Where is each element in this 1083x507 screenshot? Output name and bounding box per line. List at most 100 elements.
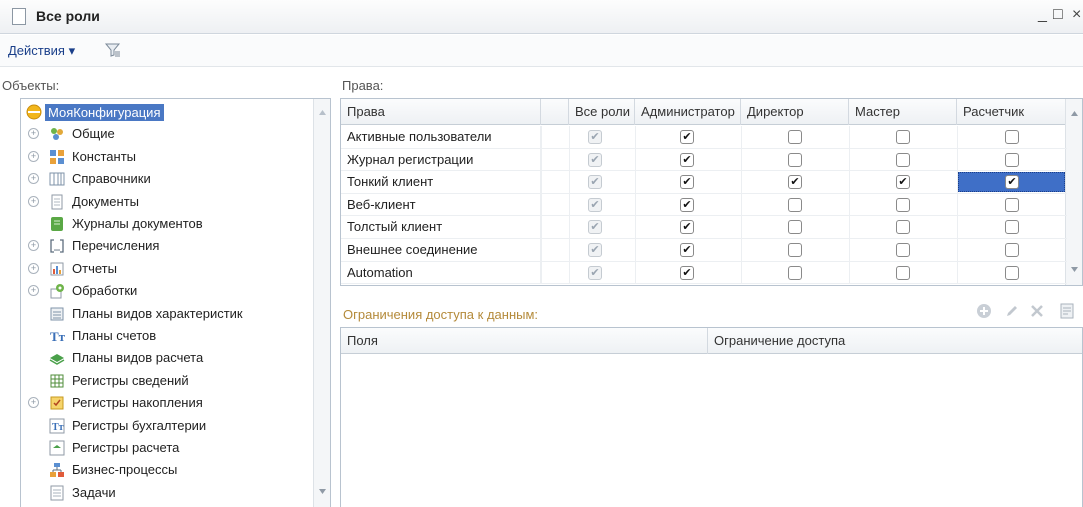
expand-icon[interactable]: +	[28, 128, 39, 140]
column-header-all-roles[interactable]: Все роли	[569, 99, 635, 125]
tree-item[interactable]: + Обработки	[21, 280, 313, 302]
administrator-checkbox[interactable]: ✔	[680, 197, 694, 212]
expand-icon[interactable]: +	[28, 397, 39, 409]
director-checkbox[interactable]	[788, 152, 802, 167]
tree-item[interactable]: Задачи	[21, 482, 313, 504]
table-row[interactable]: Активные пользователи ✔ ✔	[341, 126, 1067, 149]
column-header-director[interactable]: Директор	[741, 99, 849, 125]
chart-of-calculation-types-icon	[49, 350, 65, 366]
table-row[interactable]: Тонкий клиент ✔ ✔ ✔ ✔ ✔	[341, 171, 1067, 194]
master-checkbox[interactable]	[896, 152, 910, 167]
tree-item-label: Общие	[72, 126, 115, 142]
tree-item[interactable]: Планы видов характеристик	[21, 303, 313, 325]
tree-item[interactable]: + Регистры накопления	[21, 392, 313, 414]
tree-item[interactable]: + Справочники	[21, 168, 313, 190]
tree-scrollbar[interactable]	[313, 99, 330, 507]
administrator-checkbox[interactable]: ✔	[680, 130, 694, 144]
master-checkbox[interactable]	[896, 220, 910, 235]
calculator-checkbox[interactable]	[1005, 220, 1019, 235]
cell-separator	[635, 239, 636, 261]
tree-item[interactable]: Тт Регистры бухгалтерии	[21, 415, 313, 437]
master-checkbox[interactable]	[896, 243, 910, 257]
administrator-checkbox[interactable]: ✔	[680, 243, 694, 257]
tree-item[interactable]: + Перечисления	[21, 235, 313, 257]
director-checkbox[interactable]	[788, 197, 802, 212]
column-header-fields[interactable]: Поля	[341, 328, 708, 354]
director-checkbox[interactable]	[788, 265, 802, 280]
cell-separator	[957, 126, 958, 148]
column-header-spacer	[541, 99, 569, 125]
objects-tree[interactable]: МояКонфигурация + Общие + Константы + Справочн…	[20, 98, 331, 507]
calculator-checkbox[interactable]	[1005, 197, 1019, 212]
cell-separator	[849, 239, 850, 261]
expand-icon[interactable]: +	[28, 150, 39, 162]
director-checkbox[interactable]: ✔	[788, 175, 802, 190]
expand-icon[interactable]: +	[28, 195, 39, 207]
cell-separator	[635, 193, 636, 216]
expand-icon[interactable]: +	[28, 240, 39, 252]
minimize-button[interactable]: _	[1038, 6, 1047, 24]
cell-separator	[849, 193, 850, 216]
calculator-checkbox[interactable]: ✔	[1005, 175, 1019, 190]
administrator-checkbox[interactable]: ✔	[680, 220, 694, 235]
table-row[interactable]: Внешнее соединение ✔ ✔	[341, 239, 1067, 262]
column-header-master[interactable]: Мастер	[849, 99, 957, 125]
tree-item[interactable]: + Константы	[21, 146, 313, 168]
svg-text:Тт: Тт	[50, 329, 65, 344]
column-header-access-restriction[interactable]: Ограничение доступа	[708, 328, 1083, 354]
master-checkbox[interactable]	[896, 197, 910, 212]
tree-item[interactable]: МояКонфигурация	[21, 101, 313, 123]
calculator-checkbox[interactable]	[1005, 152, 1019, 167]
director-checkbox[interactable]	[788, 130, 802, 144]
table-row[interactable]: Веб-клиент ✔ ✔	[341, 193, 1067, 217]
director-checkbox[interactable]	[788, 243, 802, 257]
tree-item[interactable]: + Отчеты	[21, 258, 313, 280]
director-checkbox[interactable]	[788, 220, 802, 235]
tree-item[interactable]: Журналы документов	[21, 213, 313, 235]
tree-item-label: Обработки	[72, 283, 138, 299]
close-button[interactable]: ×	[1072, 6, 1081, 24]
cell-separator	[741, 171, 742, 194]
constants-icon	[49, 149, 65, 165]
maximize-button[interactable]: □	[1053, 6, 1063, 24]
administrator-checkbox[interactable]: ✔	[680, 175, 694, 190]
dataprocessors-icon	[49, 283, 65, 299]
expand-icon[interactable]: +	[28, 262, 39, 274]
table-row[interactable]: Толстый клиент ✔ ✔	[341, 216, 1067, 239]
master-checkbox[interactable]	[896, 265, 910, 280]
column-header-calculator[interactable]: Расчетчик	[957, 99, 1067, 125]
master-checkbox[interactable]: ✔	[896, 175, 910, 190]
template-icon[interactable]	[1058, 302, 1076, 323]
administrator-checkbox[interactable]: ✔	[680, 265, 694, 280]
calculator-checkbox[interactable]	[1005, 243, 1019, 257]
expand-icon[interactable]: +	[28, 173, 39, 185]
edit-icon[interactable]	[1003, 302, 1021, 323]
tree-item[interactable]: Планы видов расчета	[21, 347, 313, 369]
add-icon[interactable]	[975, 302, 993, 323]
tree-item[interactable]: Регистры сведений	[21, 370, 313, 392]
rights-table[interactable]: Права Все роли Администратор Директор Ма…	[340, 98, 1083, 286]
administrator-checkbox[interactable]: ✔	[680, 152, 694, 167]
rights-scrollbar[interactable]	[1065, 99, 1082, 285]
column-header-administrator[interactable]: Администратор	[635, 99, 741, 125]
all-roles-checkbox: ✔	[588, 197, 602, 212]
cell-separator	[849, 171, 850, 194]
filter-icon[interactable]	[104, 41, 122, 62]
table-row[interactable]: Журнал регистрации ✔ ✔	[341, 148, 1067, 172]
table-row[interactable]: Automation ✔ ✔	[341, 261, 1067, 285]
column-header-rights[interactable]: Права	[341, 99, 541, 125]
master-checkbox[interactable]	[896, 130, 910, 144]
tree-item[interactable]: + Документы	[21, 191, 313, 213]
tree-item-label: Регистры накопления	[72, 395, 203, 411]
tree-item[interactable]: + Общие	[21, 123, 313, 145]
expand-icon[interactable]: +	[28, 285, 39, 297]
tree-item[interactable]: Тт Планы счетов	[21, 325, 313, 347]
calculator-checkbox[interactable]	[1005, 130, 1019, 144]
actions-menu[interactable]: Действия ▾	[8, 43, 75, 59]
all-roles-checkbox: ✔	[588, 220, 602, 235]
calculator-checkbox[interactable]	[1005, 265, 1019, 280]
tree-item[interactable]: Регистры расчета	[21, 437, 313, 459]
restrictions-table[interactable]: Поля Ограничение доступа	[340, 327, 1083, 507]
tree-item[interactable]: Бизнес-процессы	[21, 459, 313, 481]
delete-icon[interactable]	[1028, 302, 1046, 323]
